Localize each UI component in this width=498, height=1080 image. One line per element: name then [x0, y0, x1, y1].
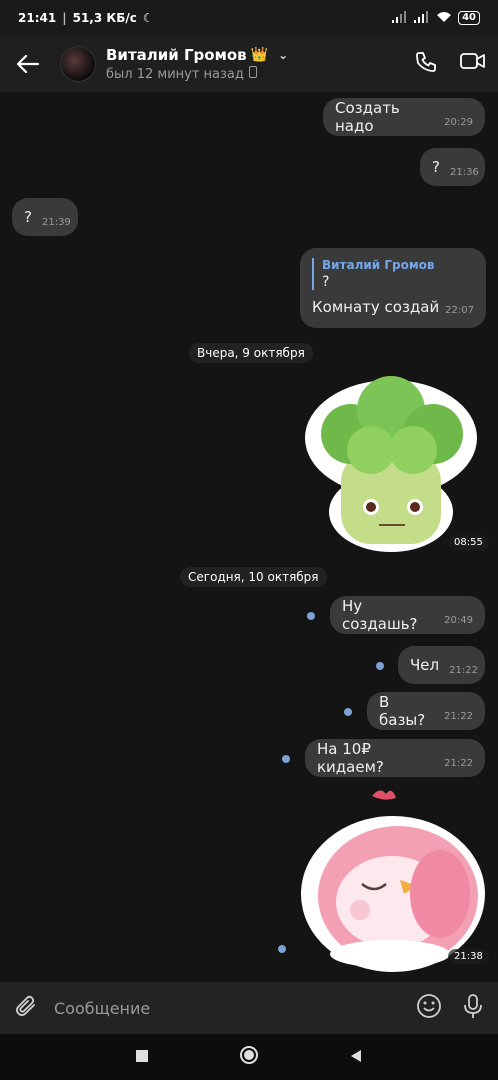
chevron-down-icon: ⌄ [278, 48, 289, 62]
wifi-icon [436, 11, 452, 26]
back-nav-button[interactable] [349, 1048, 363, 1067]
message-bubble[interactable]: ? 21:39 [12, 198, 78, 236]
sticker-time: 08:55 [448, 535, 489, 550]
message-bubble[interactable]: Создать надо 20:29 [323, 98, 485, 136]
sticker-time: 21:38 [448, 949, 489, 964]
square-icon [136, 1049, 148, 1062]
network-speed: 51,3 КБ/с [72, 11, 137, 25]
home-button[interactable] [239, 1045, 259, 1069]
penguin-sticker-image [301, 790, 485, 972]
message-input-bar: Сообщение [0, 982, 498, 1034]
message-text: Комнату создай [312, 298, 440, 316]
unread-dot [307, 612, 315, 620]
unread-dot [278, 945, 286, 953]
quoted-message[interactable]: Виталий Громов ? [312, 258, 474, 290]
chat-header: Виталий Громов 👑 ⌄ был 12 минут назад [0, 36, 498, 92]
message-time: 21:36 [449, 166, 479, 178]
message-bubble[interactable]: Чел 21:22 [398, 646, 485, 684]
message-time: 22:07 [445, 305, 474, 316]
last-seen: был 12 минут назад [106, 66, 244, 82]
penguin-sticker[interactable] [300, 784, 486, 972]
message-bubble[interactable]: На 10₽ кидаем? 21:22 [305, 739, 485, 777]
contact-name: Виталий Громов [106, 46, 247, 64]
signal-icon-2 [414, 10, 430, 26]
message-bubble[interactable]: В базы? 21:22 [367, 692, 485, 730]
paperclip-icon [15, 995, 35, 1017]
back-button[interactable] [0, 36, 56, 92]
message-text: Ну создашь? [342, 597, 418, 633]
phone-device-icon [248, 66, 257, 82]
date-separator: Сегодня, 10 октября [180, 567, 327, 587]
message-text: Создать надо [335, 99, 400, 135]
triangle-back-icon [351, 1049, 361, 1062]
message-text: На 10₽ кидаем? [317, 740, 384, 776]
reply-message-bubble[interactable]: Виталий Громов ? Комнату создай 22:07 [300, 248, 486, 328]
chat-area[interactable]: Создать надо 20:29 ? 21:36 ? 21:39 Витал… [0, 92, 498, 982]
circle-icon [240, 1046, 258, 1064]
message-text: Чел [410, 656, 440, 674]
broccoli-sticker-image [305, 376, 477, 552]
message-bubble[interactable]: ? 21:36 [420, 148, 485, 186]
unread-dot [344, 708, 352, 716]
crown-icon: 👑 [250, 47, 269, 63]
broccoli-sticker[interactable] [305, 372, 477, 552]
clock: 21:41 [18, 11, 57, 25]
phone-icon [416, 52, 436, 72]
message-time: 21:22 [449, 664, 478, 676]
emoji-button[interactable] [416, 993, 442, 1023]
microphone-icon [464, 994, 482, 1018]
status-bar: 21:41 | 51,3 КБ/с ☾ 40 [0, 0, 498, 36]
arrow-left-icon [17, 55, 39, 73]
message-time: 21:22 [444, 757, 473, 769]
message-bubble[interactable]: Ну создашь? 20:49 [330, 596, 485, 634]
message-time: 20:49 [444, 614, 473, 626]
system-navigation-bar [0, 1034, 498, 1080]
signal-icon [392, 10, 408, 26]
video-call-button[interactable] [460, 50, 486, 78]
avatar[interactable] [60, 46, 96, 82]
battery-icon: 40 [458, 11, 480, 25]
message-time: 21:39 [41, 216, 71, 228]
smile-icon [417, 994, 441, 1018]
date-separator: Вчера, 9 октября [189, 343, 313, 363]
message-text: ? [24, 208, 32, 226]
unread-dot [376, 662, 384, 670]
message-time: 21:22 [444, 710, 473, 722]
attach-button[interactable] [14, 994, 38, 1022]
recents-button[interactable] [135, 1048, 149, 1067]
video-icon [460, 53, 485, 69]
unread-dot [282, 755, 290, 763]
message-text: ? [432, 158, 440, 176]
message-input[interactable]: Сообщение [54, 999, 150, 1018]
chat-title[interactable]: Виталий Громов 👑 ⌄ был 12 минут назад [106, 46, 288, 82]
voice-message-button[interactable] [462, 993, 484, 1023]
message-text: В базы? [379, 693, 426, 729]
phone-call-button[interactable] [414, 50, 438, 78]
quote-text: ? [322, 274, 330, 290]
message-time: 20:29 [444, 116, 473, 128]
moon-icon: ☾ [142, 11, 154, 25]
quote-author: Виталий Громов [322, 258, 435, 272]
